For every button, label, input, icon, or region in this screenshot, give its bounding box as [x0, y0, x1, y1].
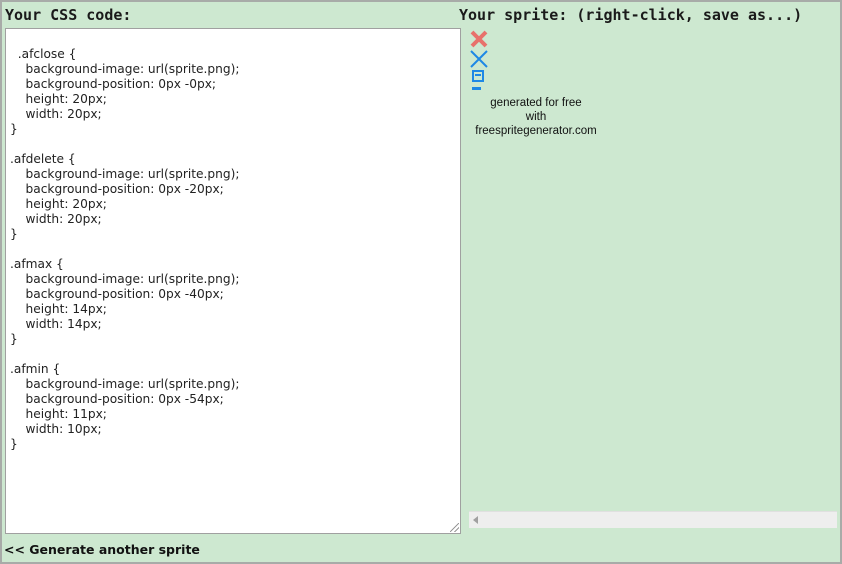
css-code-heading: Your CSS code: [5, 6, 132, 24]
css-code-textarea[interactable]: .afclose { background-image: url(sprite.… [5, 28, 461, 534]
generated-note-line-3: freespritegenerator.com [475, 125, 597, 137]
generated-note-line-1: generated for free [490, 97, 582, 109]
generate-another-sprite-link[interactable]: << Generate another sprite [4, 542, 200, 557]
delete-x-icon [470, 50, 488, 68]
generated-note-line-2: with [525, 111, 547, 123]
close-x-icon [470, 30, 488, 48]
sprite-heading: Your sprite: (right-click, save as...) [459, 6, 803, 24]
maximize-icon [472, 70, 484, 82]
generated-note: generated for free with freespritegenera… [466, 96, 606, 138]
sprite-image[interactable] [469, 29, 491, 99]
horizontal-scrollbar[interactable] [469, 511, 837, 528]
minimize-icon [472, 87, 481, 90]
css-code-text: .afclose { background-image: url(sprite.… [10, 47, 240, 451]
resize-grip-icon[interactable] [450, 523, 459, 532]
scroll-left-arrow-icon[interactable] [473, 516, 478, 524]
